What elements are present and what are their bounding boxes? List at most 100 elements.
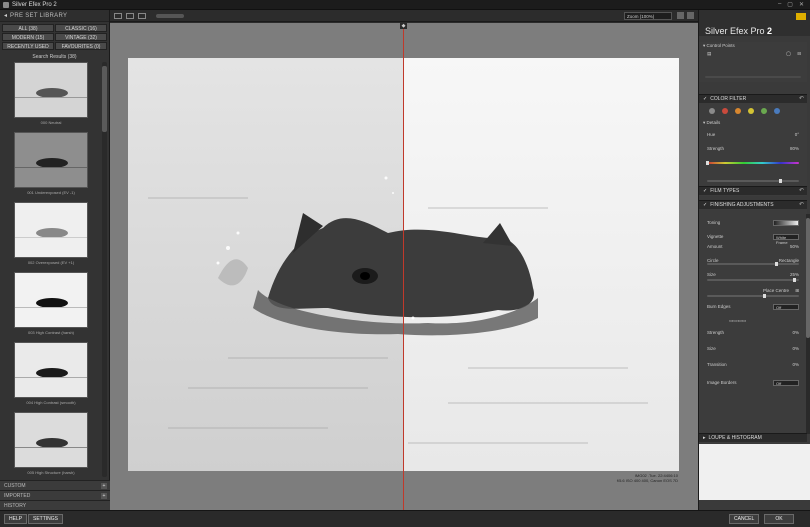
preset-item[interactable]: 000 Neutral: [14, 62, 88, 126]
preset-list: 000 Neutral 001 Underexposed (EV -1) 002…: [0, 62, 104, 477]
details-toggle[interactable]: ▾ Details: [699, 119, 807, 127]
delete-point-icon[interactable]: ⊟: [797, 50, 801, 58]
reset-icon[interactable]: ↶: [799, 201, 804, 208]
tab-classic[interactable]: CLASSIC (16): [55, 24, 107, 32]
loupe-header[interactable]: ▸ LOUPE & HISTOGRAM: [699, 433, 807, 442]
burn-transition-row: Transition 0%: [699, 361, 807, 369]
preset-library-header[interactable]: ◂ PRE SET LIBRARY: [0, 10, 109, 22]
loupe-section[interactable]: ▸ LOUPE & HISTOGRAM: [699, 433, 807, 443]
checkmark-icon[interactable]: ✓: [703, 96, 707, 102]
color-filter-swatch[interactable]: [735, 108, 741, 114]
minimize-button[interactable]: –: [778, 1, 781, 8]
checkmark-icon[interactable]: ✓: [703, 202, 707, 208]
adjustments-scrollbar[interactable]: [806, 214, 810, 434]
chevron-down-icon[interactable]: ▾: [703, 43, 705, 48]
tab-favourites[interactable]: FAVOURITES (0): [55, 42, 107, 50]
color-filter-section: ✓ COLOR FILTER ↶ ▾ Details Hue 0° Streng…: [699, 94, 807, 188]
finishing-header[interactable]: ✓ FINISHING ADJUSTMENTS ↶: [699, 200, 807, 209]
cancel-button[interactable]: CANCEL: [729, 514, 760, 524]
histogram-area: [699, 444, 810, 500]
vignette-row[interactable]: Vignette White Frame: [699, 233, 807, 245]
divider-handle-icon[interactable]: ◆: [400, 23, 407, 29]
color-filter-swatch[interactable]: [748, 108, 754, 114]
tab-modern[interactable]: MODERN (15): [2, 33, 54, 41]
preset-strip: [699, 72, 807, 82]
burn-edges-row[interactable]: Burn Edges Off: [699, 303, 807, 311]
preset-thumbnail: [14, 202, 88, 258]
color-filter-swatch[interactable]: [709, 108, 715, 114]
preview-toggle-icon[interactable]: [687, 12, 694, 19]
add-point-icon[interactable]: ◯: [786, 50, 791, 58]
color-filter-swatch[interactable]: [722, 108, 728, 114]
strength-knob[interactable]: [779, 179, 783, 183]
hue-knob[interactable]: [705, 161, 709, 165]
preset-thumbnail: [14, 272, 88, 328]
film-types-section[interactable]: ✓ FILM TYPES ↶: [699, 186, 807, 196]
rectangle-label: Rectangle: [778, 258, 799, 263]
preset-item[interactable]: 003 High Contrast (harsh): [14, 272, 88, 336]
tab-all[interactable]: ALL (38): [2, 24, 54, 32]
compare-slider[interactable]: [156, 13, 184, 18]
product-logo: Silver Efex Pro 2: [705, 26, 772, 36]
side-by-side-icon[interactable]: [138, 12, 146, 19]
tab-recently-used[interactable]: RECENTLY USED: [2, 42, 54, 50]
preset-label: 003 High Contrast (harsh): [27, 330, 75, 335]
shape-slider[interactable]: [707, 278, 799, 282]
color-filter-title: COLOR FILTER: [710, 96, 747, 102]
toning-row[interactable]: Toning: [699, 219, 807, 227]
tab-vintage[interactable]: VINTAGE (32): [55, 33, 107, 41]
preset-item[interactable]: 002 Overexposed (EV +1): [14, 202, 88, 266]
section-imported-label: IMPORTED: [4, 492, 31, 499]
help-button[interactable]: HELP: [4, 514, 28, 524]
section-history[interactable]: HISTORY: [0, 500, 110, 510]
film-types-title: FILM TYPES: [710, 188, 740, 194]
image-canvas[interactable]: ◆ IMG02 .Tue. 22:4406:10 f/5.6 ISO 400 4…: [110, 23, 698, 510]
reset-icon[interactable]: ↶: [799, 95, 804, 102]
color-filter-header[interactable]: ✓ COLOR FILTER ↶: [699, 94, 807, 103]
add-icon[interactable]: +: [101, 483, 107, 489]
split-divider[interactable]: [403, 23, 404, 510]
single-view-icon[interactable]: [114, 12, 122, 19]
size-value: 25%: [789, 272, 799, 277]
strength-slider[interactable]: [707, 179, 799, 183]
size-slider[interactable]: [707, 294, 799, 298]
section-custom[interactable]: CUSTOM +: [0, 480, 110, 490]
control-point-tools: ▤ ◯ ⊟: [699, 50, 807, 58]
burn-edges-select[interactable]: Off: [773, 304, 799, 310]
edge-buttons-icon[interactable]: ▭▭▭▭: [729, 318, 746, 323]
preset-item[interactable]: 001 Underexposed (EV -1): [14, 132, 88, 196]
preset-item[interactable]: 005 High Structure (harsh): [14, 412, 88, 476]
crosshair-icon[interactable]: ⊞: [795, 287, 799, 295]
section-imported[interactable]: IMPORTED +: [0, 490, 110, 500]
toning-swatch[interactable]: [773, 220, 799, 226]
background-toggle-icon[interactable]: [677, 12, 684, 19]
close-button[interactable]: ✕: [799, 1, 804, 8]
vignette-select[interactable]: White Frame: [773, 234, 799, 245]
image-borders-row[interactable]: Image Borders Off: [699, 379, 807, 387]
checkmark-icon[interactable]: ✓: [703, 188, 707, 194]
ok-button[interactable]: OK: [764, 514, 794, 524]
strength-row: Strength 80%: [699, 145, 807, 153]
finishing-section: ✓ FINISHING ADJUSTMENTS ↶ Toning Vignett…: [699, 200, 807, 440]
image-borders-select[interactable]: Off: [773, 380, 799, 386]
hue-slider[interactable]: [705, 161, 799, 165]
maximize-button[interactable]: ▢: [787, 1, 793, 8]
preset-thumbnail: [14, 412, 88, 468]
settings-button[interactable]: SETTINGS: [28, 514, 64, 524]
preset-item[interactable]: 004 High Contrast (smooth): [14, 342, 88, 406]
reset-icon[interactable]: ↶: [799, 187, 804, 194]
zoom-select[interactable]: Zoom (100%): [624, 12, 672, 20]
amount-label: Amount: [707, 244, 723, 249]
add-icon[interactable]: +: [101, 493, 107, 499]
color-filter-swatch[interactable]: [761, 108, 767, 114]
amount-value: 50%: [789, 244, 799, 249]
preset-label: 001 Underexposed (EV -1): [27, 190, 75, 195]
place-centre-row[interactable]: Place Centre ⊞: [699, 287, 807, 295]
grid-icon[interactable]: ▤: [707, 51, 711, 56]
film-types-header[interactable]: ✓ FILM TYPES ↶: [699, 186, 807, 195]
split-view-icon[interactable]: [126, 12, 134, 19]
edge-selector[interactable]: ▭▭▭▭: [699, 317, 807, 325]
preset-scrollbar[interactable]: [102, 62, 107, 477]
color-filter-swatch[interactable]: [774, 108, 780, 114]
burn-strength-row: Strength 0%: [699, 329, 807, 337]
